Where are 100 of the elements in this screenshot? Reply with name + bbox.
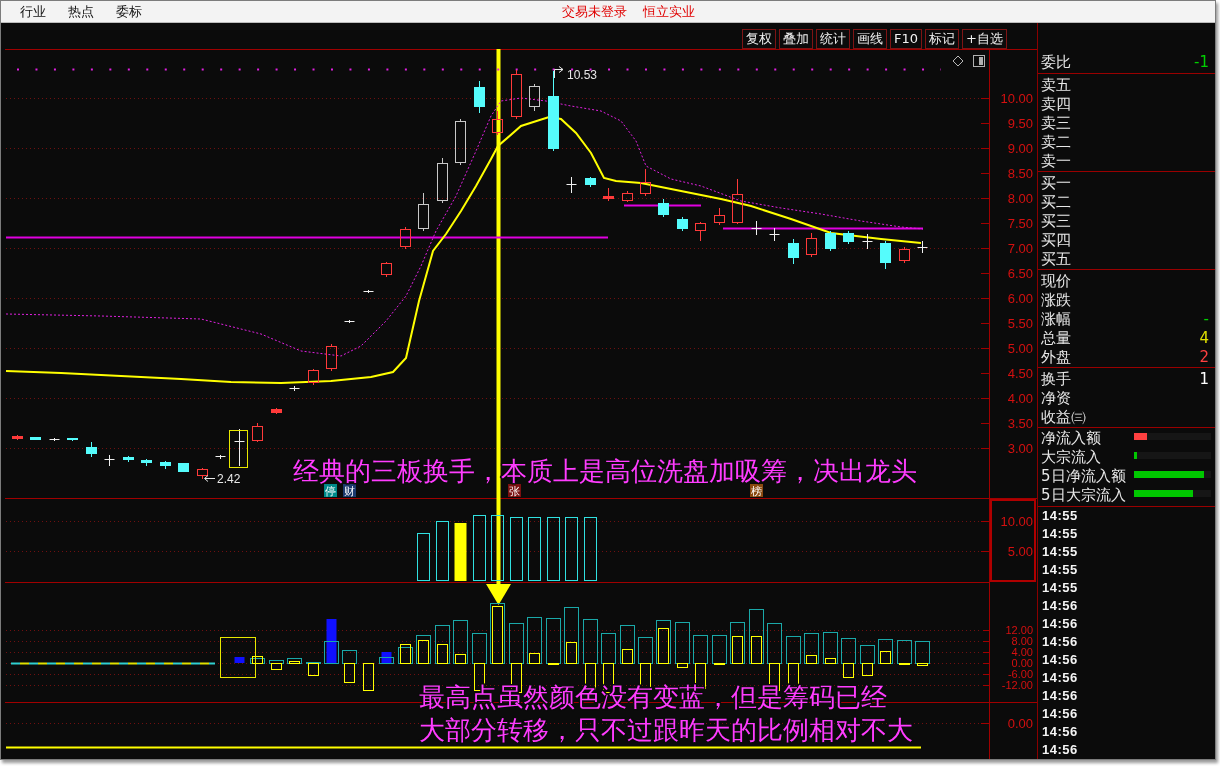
quote-label: 买一 (1041, 174, 1071, 193)
flow-label: 净流入额 (1041, 429, 1102, 448)
axis-label: 3.50 (1007, 416, 1033, 431)
histogram-bar (472, 633, 487, 664)
quote-label: 涨幅 (1041, 310, 1071, 329)
flow-label: 5日净流入额 (1041, 467, 1127, 486)
quote-label: 买五 (1041, 250, 1071, 269)
axis-label: 5.50 (1007, 316, 1033, 331)
axis-label: 9.50 (1007, 116, 1033, 131)
quote-label: 卖三 (1041, 114, 1071, 133)
menu-item[interactable]: 行业 (9, 1, 57, 22)
signal-bar (289, 661, 300, 664)
histogram-bar (638, 637, 653, 664)
candlestick (474, 80, 485, 114)
signal-bar (880, 651, 891, 664)
signal-bar (363, 663, 374, 691)
quote-label: 卖四 (1041, 95, 1071, 114)
login-status: 交易未登录 (562, 3, 627, 21)
quote-label: 现价 (1041, 272, 1071, 291)
flow-label: 5日大宗流入 (1041, 486, 1127, 505)
menu-item[interactable]: 委标 (105, 1, 153, 22)
histogram-bar (379, 657, 394, 664)
axis-label: 5.00 (1007, 544, 1033, 559)
toolbar-button[interactable]: 叠加 (779, 29, 814, 49)
candlestick (769, 227, 780, 242)
candlestick (252, 422, 263, 443)
signal-bar (751, 636, 762, 664)
histogram-bar (324, 641, 339, 664)
candlestick (141, 458, 152, 467)
trade-time: 14:56 (1041, 705, 1079, 723)
quote-label: 外盘 (1041, 348, 1071, 367)
histogram-bar (693, 635, 708, 664)
histogram-bar (656, 620, 671, 664)
volume-bar (547, 517, 560, 581)
volume-bar (510, 517, 523, 581)
volume-bar (565, 517, 578, 581)
panel-icon[interactable] (973, 55, 985, 67)
axis-label: 5.00 (1007, 341, 1033, 356)
candlestick (825, 230, 836, 252)
quote-label: 总量 (1041, 329, 1071, 348)
histogram-bar (527, 617, 542, 664)
axis-label: 4.00 (1011, 646, 1033, 658)
candlestick (123, 455, 134, 463)
histogram-bar (712, 635, 727, 664)
histogram-bar (546, 618, 561, 664)
signal-bar (677, 663, 688, 668)
signal-bar (843, 663, 854, 678)
signal-bar (529, 653, 540, 664)
candlestick (289, 385, 300, 392)
toolbar-button[interactable]: F10 (890, 29, 923, 49)
histogram-bar (767, 623, 782, 664)
quote-label: 换手 (1041, 370, 1071, 389)
candlestick (215, 454, 226, 460)
trade-time: 14:56 (1041, 669, 1079, 687)
trade-time: 14:56 (1041, 633, 1079, 651)
axis-label: 12.00 (1005, 624, 1033, 636)
candlestick (400, 226, 411, 250)
quote-label: 买三 (1041, 212, 1071, 231)
toolbar-button[interactable]: +自选 (962, 29, 1007, 49)
axis-label: 4.50 (1007, 366, 1033, 381)
candlestick (843, 230, 854, 245)
toolbar-button[interactable]: 统计 (816, 29, 851, 49)
marker-badge: 张 (508, 484, 521, 497)
menu-item[interactable]: 热点 (57, 1, 105, 22)
candlestick (455, 118, 466, 166)
signal-bar (862, 663, 873, 676)
volume-bar (417, 533, 430, 581)
annotation-text: 大部分转移，只不过跟昨天的比例相对不大 (419, 715, 913, 745)
histogram-bar (416, 635, 431, 664)
signal-bar (825, 658, 836, 664)
histogram-bar (749, 609, 764, 664)
toolbar-button[interactable]: 复权 (742, 29, 777, 49)
signal-bar (437, 644, 448, 664)
axis-label: 10.00 (1000, 91, 1033, 106)
histogram-bar (878, 639, 893, 664)
candlestick (308, 368, 319, 386)
quote-label: 涨跌 (1041, 291, 1071, 310)
axis-label: 10.00 (1000, 514, 1033, 529)
candlestick (418, 192, 429, 232)
histogram-bar (915, 641, 930, 664)
diamond-icon[interactable] (952, 55, 964, 67)
volume-bar (491, 515, 504, 581)
candlestick (732, 178, 743, 225)
axis-label: 8.50 (1007, 166, 1033, 181)
histogram-bar (453, 620, 468, 664)
quote-label: 收益㈢ (1041, 408, 1086, 427)
histogram-bar (583, 619, 598, 664)
signal-bar (566, 642, 577, 664)
toolbar-button[interactable]: 画线 (853, 29, 888, 49)
volume-bar (473, 515, 486, 581)
trade-time: 14:55 (1041, 507, 1079, 525)
signal-bar (732, 636, 743, 664)
candlestick (178, 462, 189, 473)
candlestick (880, 240, 891, 270)
candlestick (788, 238, 799, 265)
price-label: 10.53 (567, 68, 598, 82)
axis-label: 6.00 (1007, 291, 1033, 306)
toolbar-button[interactable]: 标记 (925, 29, 960, 49)
candlestick (234, 428, 245, 467)
histogram-bar (287, 658, 302, 664)
